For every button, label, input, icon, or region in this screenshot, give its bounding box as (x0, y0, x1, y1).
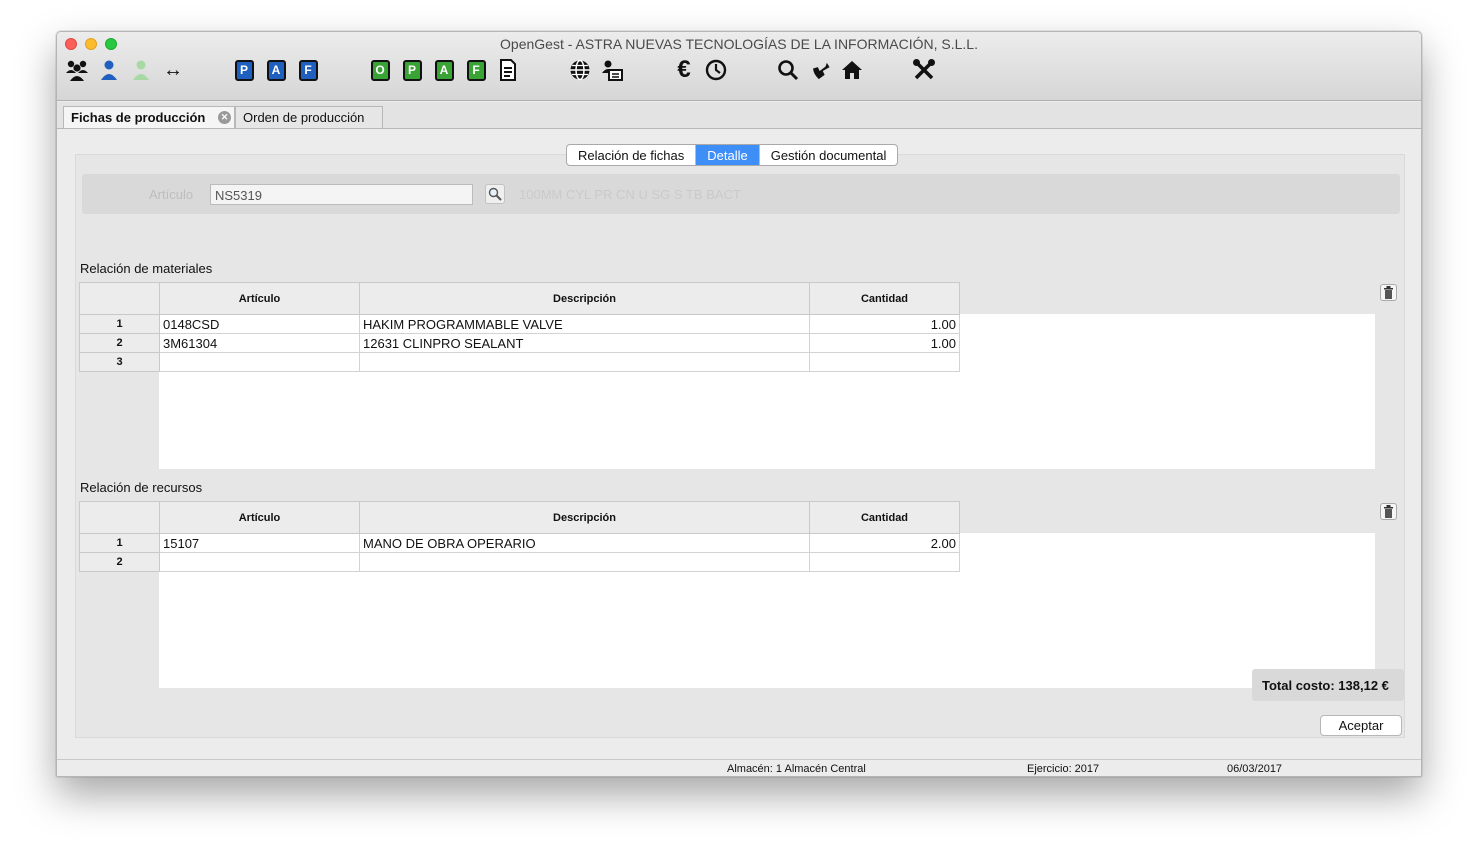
magnifier-icon (488, 187, 502, 201)
accept-button[interactable]: Aceptar (1320, 715, 1402, 736)
delete-material-button[interactable] (1380, 284, 1397, 301)
trash-icon (1384, 286, 1393, 299)
cell-articulo[interactable]: 0148CSD (159, 314, 360, 334)
article-search-button[interactable] (485, 184, 505, 204)
doc-f-blue-letter: F (298, 59, 318, 81)
doc-p-green-icon[interactable]: P (400, 58, 424, 82)
column-header-articulo[interactable]: Artículo (159, 282, 360, 315)
cell-articulo[interactable]: 3M61304 (159, 333, 360, 353)
resources-grid: Artículo Descripción Cantidad 1 15107 MANO… (79, 501, 1375, 688)
delete-resource-button[interactable] (1380, 503, 1397, 520)
article-bar: Artículo NS5319 100MM CYL PR CN U SG S T… (82, 174, 1400, 214)
user-blue-icon[interactable] (97, 58, 121, 82)
window-title: OpenGest - ASTRA NUEVAS TECNOLOGÍAS DE L… (500, 36, 978, 52)
row-number[interactable]: 3 (79, 352, 160, 372)
tab-fichas-produccion[interactable]: Fichas de producción ✕ (63, 106, 235, 128)
tab-relacion-fichas[interactable]: Relación de fichas (567, 145, 697, 165)
cell-descripcion[interactable]: HAKIM PROGRAMMABLE VALVE (359, 314, 810, 334)
app-window: OpenGest - ASTRA NUEVAS TECNOLOGÍAS DE L… (56, 31, 1422, 777)
doc-f-green-letter: F (466, 59, 486, 81)
row-number[interactable]: 2 (79, 552, 160, 572)
document-list-icon[interactable] (496, 58, 520, 82)
user-green-icon[interactable] (129, 58, 153, 82)
column-header-descripcion[interactable]: Descripción (359, 501, 810, 534)
table-row[interactable]: 3 (79, 352, 960, 372)
article-description: 100MM CYL PR CN U SG S TB BACT (519, 187, 741, 202)
cell-cantidad[interactable] (809, 552, 960, 572)
arrows-horizontal-icon[interactable]: ↔ (161, 58, 185, 82)
cell-descripcion[interactable]: MANO DE OBRA OPERARIO (359, 533, 810, 553)
doc-a-green-icon[interactable]: A (432, 58, 456, 82)
article-field[interactable]: NS5319 (210, 184, 473, 205)
status-warehouse: Almacén: 1 Almacén Central (727, 763, 866, 775)
doc-p-green-letter: P (402, 59, 422, 81)
cell-articulo[interactable] (159, 552, 360, 572)
table-row[interactable]: 2 3M61304 12631 CLINPRO SEALANT 1.00 (79, 333, 960, 353)
doc-f-blue-icon[interactable]: F (296, 58, 320, 82)
cell-descripcion[interactable] (359, 552, 810, 572)
status-fiscal-year: Ejercicio: 2017 (1027, 763, 1100, 775)
tab-gestion-documental[interactable]: Gestión documental (760, 145, 898, 165)
search-icon[interactable] (776, 58, 800, 82)
doc-o-green-letter: O (370, 59, 390, 81)
doc-o-green-icon[interactable]: O (368, 58, 392, 82)
total-cost: Total costo: 138,12 € (1252, 669, 1404, 701)
home-icon[interactable] (840, 58, 864, 82)
detail-panel: Relación de fichas Detalle Gestión docum… (75, 144, 1405, 738)
doc-p-blue-icon[interactable]: P (232, 58, 256, 82)
tab-fichas-label: Fichas de producción (71, 110, 206, 125)
cell-descripcion[interactable]: 12631 CLINPRO SEALANT (359, 333, 810, 353)
cell-articulo[interactable] (159, 352, 360, 372)
tab-detalle[interactable]: Detalle (696, 145, 760, 165)
euro-icon[interactable]: € (672, 56, 696, 83)
doc-a-blue-icon[interactable]: A (264, 58, 288, 82)
article-label: Artículo (149, 187, 194, 202)
tab-orden-label: Orden de producción (243, 110, 365, 125)
close-tab-icon[interactable]: ✕ (218, 111, 231, 124)
row-number[interactable]: 2 (79, 333, 160, 353)
phone-icon[interactable] (808, 58, 832, 82)
cell-cantidad[interactable]: 1.00 (809, 333, 960, 353)
header-corner (79, 501, 160, 534)
doc-p-blue-letter: P (234, 59, 254, 81)
table-row[interactable]: 1 0148CSD HAKIM PROGRAMMABLE VALVE 1.00 (79, 314, 960, 334)
users-group-icon[interactable] (65, 58, 89, 82)
trash-icon (1384, 505, 1393, 518)
view-tabs: Relación de fichas Detalle Gestión docum… (566, 144, 899, 166)
document-tab-bar: Fichas de producción ✕ Orden de producci… (57, 102, 1421, 129)
title-bar: OpenGest - ASTRA NUEVAS TECNOLOGÍAS DE L… (57, 32, 1421, 101)
cell-cantidad[interactable]: 2.00 (809, 533, 960, 553)
tab-orden-produccion[interactable]: Orden de producción (235, 106, 383, 128)
doc-f-green-icon[interactable]: F (464, 58, 488, 82)
globe-icon[interactable] (568, 58, 592, 82)
column-header-cantidad[interactable]: Cantidad (809, 282, 960, 315)
table-row[interactable]: 2 (79, 552, 960, 572)
cell-descripcion[interactable] (359, 352, 810, 372)
clock-icon[interactable] (704, 58, 728, 82)
cell-cantidad[interactable]: 1.00 (809, 314, 960, 334)
row-number[interactable]: 1 (79, 314, 160, 334)
cell-cantidad[interactable] (809, 352, 960, 372)
column-header-cantidad[interactable]: Cantidad (809, 501, 960, 534)
column-header-descripcion[interactable]: Descripción (359, 282, 810, 315)
materials-title: Relación de materiales (80, 261, 213, 276)
table-row[interactable]: 1 15107 MANO DE OBRA OPERARIO 2.00 (79, 533, 960, 553)
status-date: 06/03/2017 (1227, 763, 1283, 775)
person-card-icon[interactable] (600, 58, 624, 82)
doc-a-green-letter: A (434, 59, 454, 81)
doc-a-blue-letter: A (266, 59, 286, 81)
materials-grid: Artículo Descripción Cantidad 1 0148CSD HA… (79, 282, 1375, 469)
column-header-articulo[interactable]: Artículo (159, 501, 360, 534)
header-corner (79, 282, 160, 315)
status-bar: Almacén: 1 Almacén Central Ejercicio: 20… (57, 759, 1421, 776)
cell-articulo[interactable]: 15107 (159, 533, 360, 553)
resources-title: Relación de recursos (80, 480, 203, 495)
tools-icon[interactable] (912, 58, 936, 82)
row-number[interactable]: 1 (79, 533, 160, 553)
